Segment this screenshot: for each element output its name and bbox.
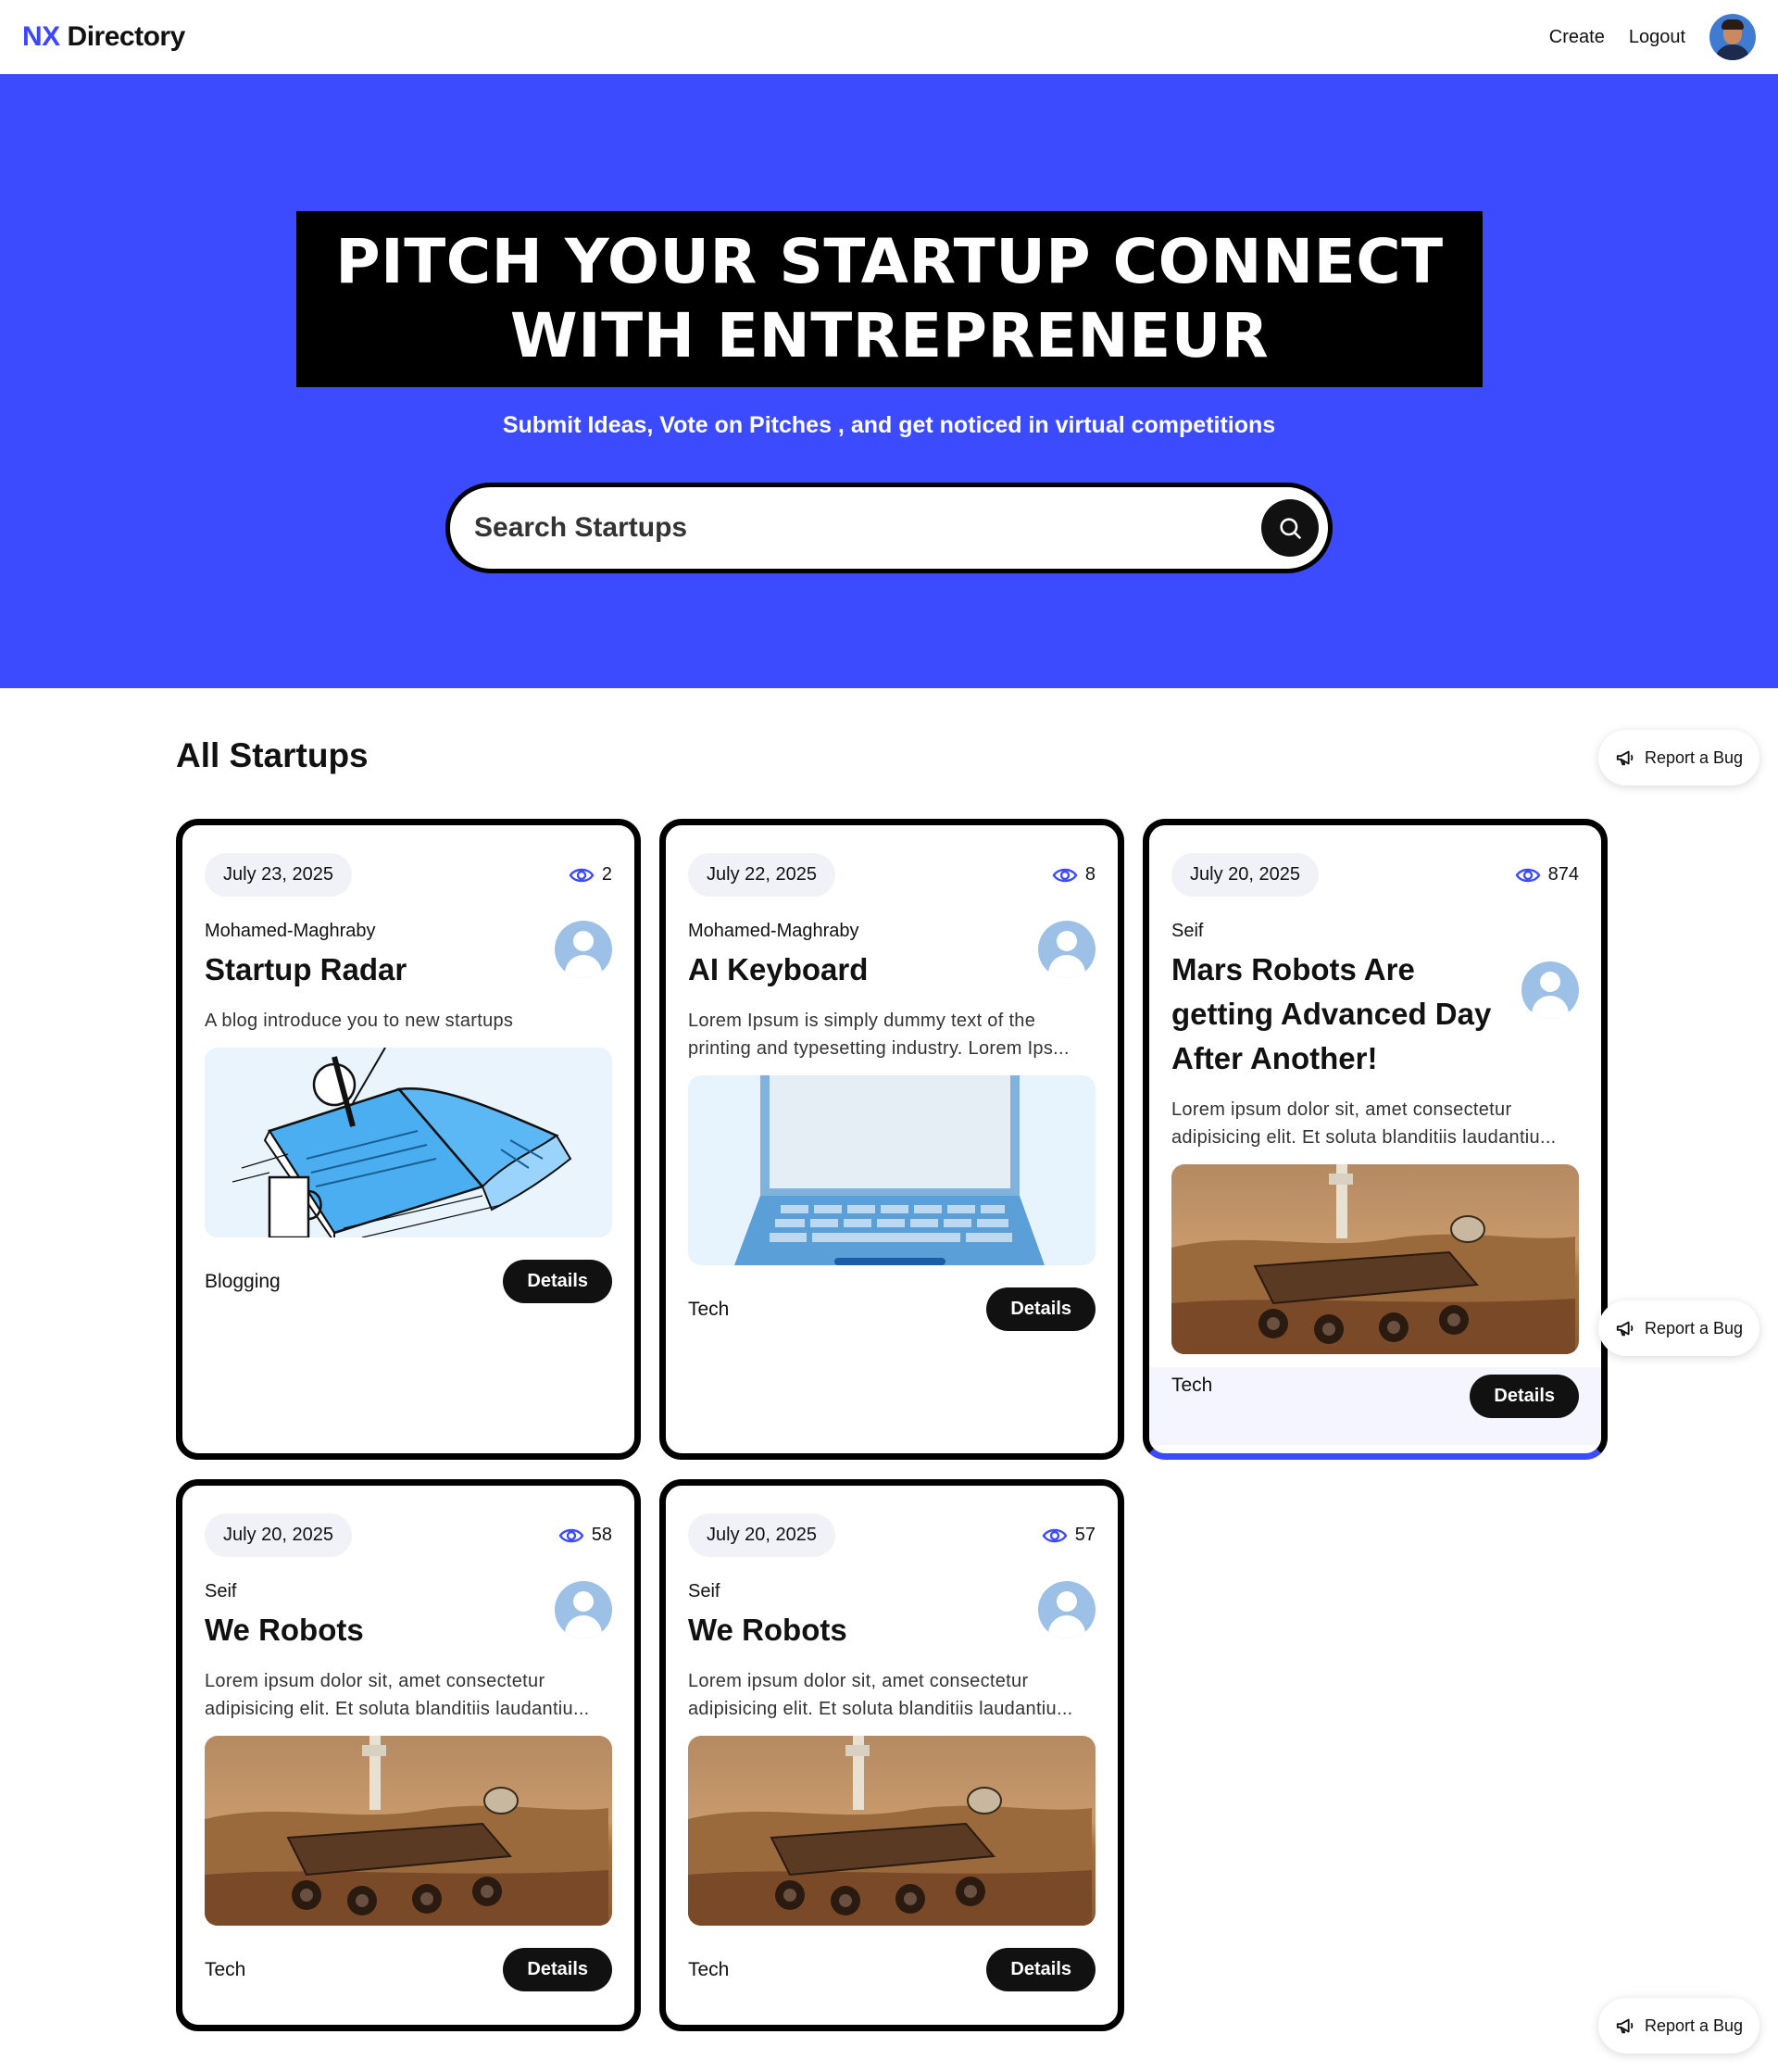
author-avatar[interactable] xyxy=(555,1581,612,1639)
eye-icon xyxy=(569,868,595,882)
logo[interactable]: NX Directory xyxy=(22,21,185,53)
hero-headline-line1: PITCH YOUR STARTUP CONNECT xyxy=(335,226,1444,297)
card-image[interactable] xyxy=(688,1075,1096,1265)
search-button[interactable] xyxy=(1261,499,1319,557)
card-title[interactable]: Mars Robots Are getting Advanced Day Aft… xyxy=(1171,948,1503,1081)
details-button[interactable]: Details xyxy=(503,1948,612,1991)
card-image[interactable] xyxy=(205,1048,612,1237)
details-button[interactable]: Details xyxy=(1470,1375,1579,1418)
card-date: July 22, 2025 xyxy=(688,853,835,897)
author-avatar[interactable] xyxy=(1038,1581,1096,1639)
search-icon xyxy=(1280,518,1301,539)
card-description: Lorem ipsum dolor sit, amet consectetur … xyxy=(688,1671,1073,1719)
report-bug-label: Report a Bug xyxy=(1644,2015,1744,2035)
eye-icon xyxy=(1042,1528,1068,1542)
card-author[interactable]: Mohamed-Maghraby xyxy=(688,921,1020,942)
card-description: Lorem ipsum dolor sit, amet consectetur … xyxy=(205,1671,590,1719)
author-avatar[interactable] xyxy=(1038,921,1096,978)
card-description: Lorem ipsum dolor sit, amet consectetur … xyxy=(1171,1099,1557,1148)
report-bug-label: Report a Bug xyxy=(1644,747,1744,767)
card-category[interactable]: Tech xyxy=(205,1959,245,1981)
eye-icon xyxy=(558,1528,584,1542)
details-button[interactable]: Details xyxy=(986,1287,1096,1331)
card-title[interactable]: We Robots xyxy=(688,1608,1020,1652)
card-views: 57 xyxy=(1042,1525,1096,1546)
author-avatar[interactable] xyxy=(555,921,612,978)
eye-icon xyxy=(1052,868,1078,882)
hero-headline: PITCH YOUR STARTUP CONNECT WITH ENTREPRE… xyxy=(296,211,1483,387)
search-form xyxy=(445,483,1333,573)
card-image[interactable] xyxy=(205,1736,612,1926)
startup-card: July 20, 2025 57 Seif We Robots Lorem ip… xyxy=(659,1479,1124,2031)
logo-prefix: NX xyxy=(22,21,60,52)
card-category[interactable]: Tech xyxy=(1171,1375,1212,1397)
hero-section: PITCH YOUR STARTUP CONNECT WITH ENTREPRE… xyxy=(0,74,1778,688)
card-title[interactable]: Startup Radar xyxy=(205,948,536,992)
card-title[interactable]: AI Keyboard xyxy=(688,948,1020,992)
card-author[interactable]: Seif xyxy=(1171,921,1503,942)
card-views-count: 2 xyxy=(601,864,612,885)
laptop-illustration xyxy=(734,1075,1045,1265)
section-title: All Startups xyxy=(176,736,369,774)
card-category[interactable]: Blogging xyxy=(205,1271,281,1293)
card-views-count: 58 xyxy=(591,1525,612,1545)
card-image[interactable] xyxy=(1171,1164,1579,1354)
hero-subtitle: Submit Ideas, Vote on Pitches , and get … xyxy=(502,412,1276,438)
report-bug-button[interactable]: Report a Bug xyxy=(1598,1998,1759,2053)
megaphone-icon xyxy=(1616,2018,1634,2034)
nav-actions: Create Logout xyxy=(1549,14,1756,60)
user-avatar[interactable] xyxy=(1709,14,1756,60)
report-bug-button[interactable]: Report a Bug xyxy=(1598,1300,1759,1356)
logout-link[interactable]: Logout xyxy=(1629,27,1685,48)
card-author[interactable]: Mohamed-Maghraby xyxy=(205,921,536,942)
mars-rover-photo xyxy=(205,1736,608,1926)
book-illustration xyxy=(232,1048,572,1237)
author-avatar[interactable] xyxy=(1521,961,1579,1019)
card-views: 874 xyxy=(1515,864,1579,885)
card-views: 2 xyxy=(569,864,612,885)
details-button[interactable]: Details xyxy=(986,1948,1096,1991)
card-views-count: 874 xyxy=(1547,864,1579,885)
card-views-count: 8 xyxy=(1084,864,1096,885)
card-views: 8 xyxy=(1052,864,1096,885)
card-views-count: 57 xyxy=(1074,1525,1096,1545)
megaphone-icon xyxy=(1616,750,1634,766)
card-description: Lorem Ipsum is simply dummy text of the … xyxy=(688,1011,1070,1059)
card-date: July 20, 2025 xyxy=(1171,853,1319,897)
startup-card: July 22, 2025 8 Mohamed-Maghraby AI Keyb… xyxy=(659,819,1124,1460)
card-description: A blog introduce you to new startups xyxy=(205,1011,514,1031)
mars-rover-photo xyxy=(688,1736,1092,1926)
report-bug-button[interactable]: Report a Bug xyxy=(1598,730,1759,785)
card-title[interactable]: We Robots xyxy=(205,1608,536,1652)
search-input[interactable] xyxy=(474,512,1261,544)
card-category[interactable]: Tech xyxy=(688,1959,729,1981)
logo-suffix: Directory xyxy=(67,21,186,52)
create-link[interactable]: Create xyxy=(1549,27,1605,48)
eye-icon xyxy=(1515,868,1541,882)
card-date: July 23, 2025 xyxy=(205,853,352,897)
card-author[interactable]: Seif xyxy=(205,1581,536,1602)
card-author[interactable]: Seif xyxy=(688,1581,1020,1602)
hero-headline-line2: WITH ENTREPRENEUR xyxy=(509,300,1270,371)
card-date: July 20, 2025 xyxy=(688,1513,835,1557)
card-date: July 20, 2025 xyxy=(205,1513,352,1557)
card-views: 58 xyxy=(558,1525,612,1546)
startup-card: July 20, 2025 874 Seif Mars Robots Are g… xyxy=(1143,819,1608,1460)
card-category[interactable]: Tech xyxy=(688,1299,729,1321)
top-navbar: NX Directory Create Logout xyxy=(0,0,1778,74)
startup-card: July 20, 2025 58 Seif We Robots Lorem ip… xyxy=(176,1479,641,2031)
startup-card: July 23, 2025 2 Mohamed-Maghraby Startup… xyxy=(176,819,641,1460)
details-button[interactable]: Details xyxy=(503,1260,612,1303)
card-image[interactable] xyxy=(688,1736,1096,1926)
mars-rover-photo xyxy=(1171,1164,1575,1354)
megaphone-icon xyxy=(1616,1321,1634,1337)
report-bug-label: Report a Bug xyxy=(1644,1318,1744,1337)
